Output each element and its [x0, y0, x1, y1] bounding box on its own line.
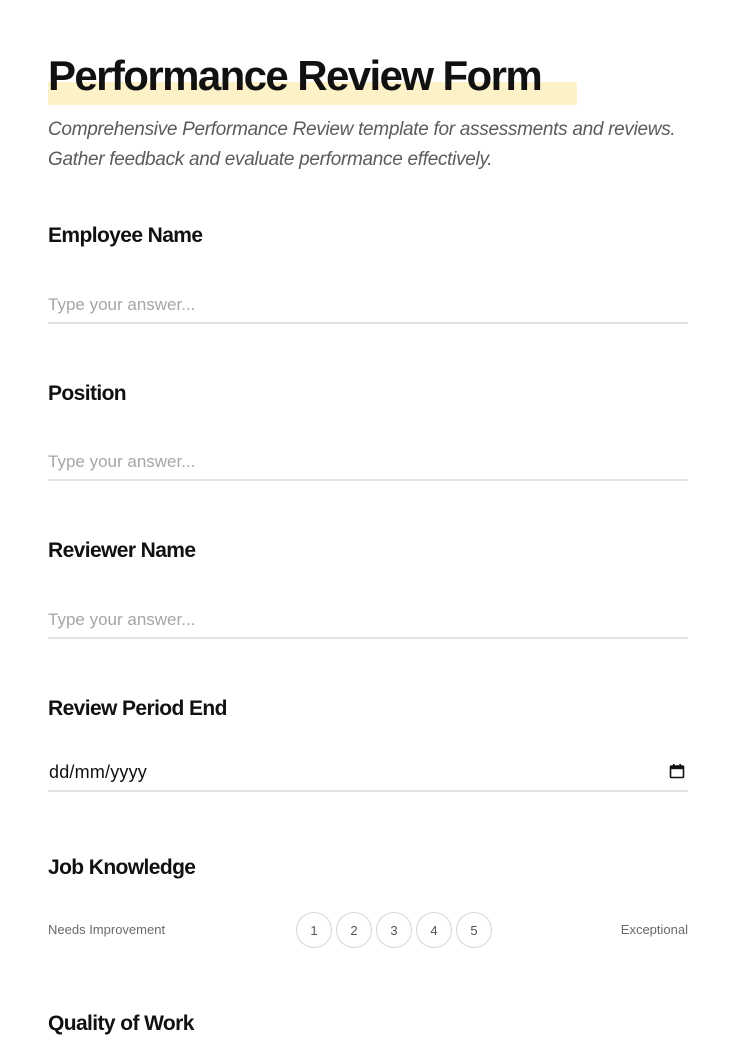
employee-name-label: Employee Name: [48, 224, 203, 247]
rating-options: 1 2 3 4 5: [296, 912, 492, 948]
date-value: dd/mm/yyyy: [49, 762, 148, 782]
position-input[interactable]: [48, 445, 688, 481]
scale-low-label: Needs Improvement: [48, 922, 166, 937]
quality-of-work-label: Quality of Work: [48, 1012, 194, 1035]
rating-option-1[interactable]: 1: [296, 912, 332, 948]
position-label: Position: [48, 382, 127, 405]
job-knowledge-rating-scale: Needs Improvement 1 2 3 4 5 Exceptional: [48, 912, 688, 948]
scale-high-label: Exceptional: [620, 922, 688, 937]
employee-name-input[interactable]: [48, 288, 688, 324]
rating-option-2[interactable]: 2: [336, 912, 372, 948]
form-subtitle: Comprehensive Performance Review templat…: [48, 119, 676, 170]
reviewer-name-input[interactable]: [48, 603, 688, 639]
calendar-icon[interactable]: [669, 763, 685, 779]
rating-option-3[interactable]: 3: [376, 912, 412, 948]
review-period-end-date-input[interactable]: dd/mm/yyyy: [48, 756, 688, 792]
rating-option-4[interactable]: 4: [416, 912, 452, 948]
reviewer-name-label: Reviewer Name: [48, 539, 196, 562]
review-period-end-label: Review Period End: [48, 697, 227, 720]
rating-option-5[interactable]: 5: [456, 912, 492, 948]
job-knowledge-label: Job Knowledge: [48, 856, 196, 879]
form-title: Performance Review Form: [48, 52, 543, 99]
